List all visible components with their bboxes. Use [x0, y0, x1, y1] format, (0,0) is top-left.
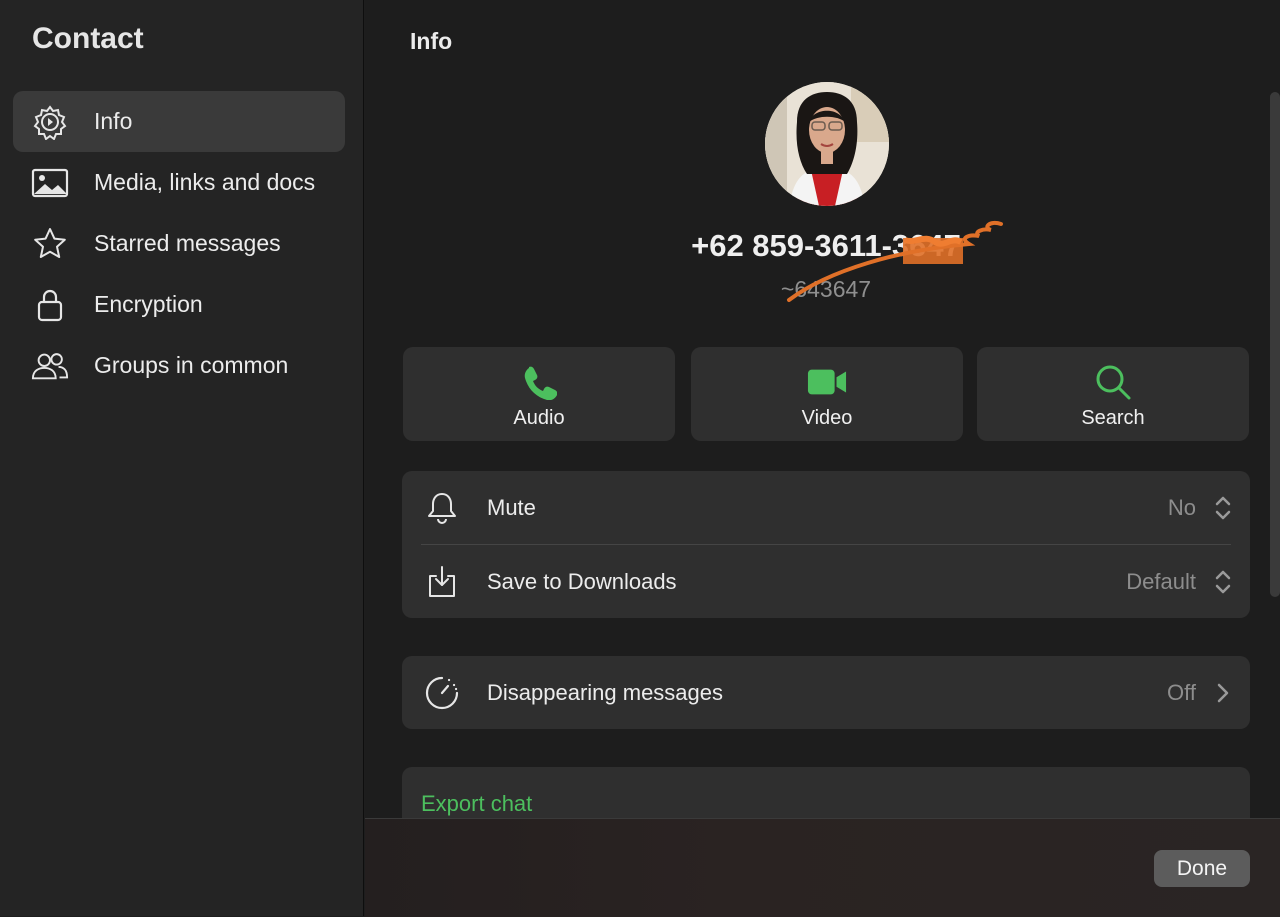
video-call-button[interactable]: Video	[691, 347, 963, 441]
sidebar-item-encryption[interactable]: Encryption	[13, 274, 345, 335]
row-value: Default	[1126, 568, 1196, 594]
action-label: Audio	[513, 407, 565, 429]
sidebar-item-label: Media, links and docs	[94, 169, 316, 195]
lock-icon	[31, 286, 69, 324]
people-icon	[31, 347, 69, 385]
row-label: Mute	[487, 494, 536, 520]
action-label: Search	[1081, 407, 1145, 429]
page-title: Info	[410, 28, 453, 54]
row-value: No	[1167, 494, 1196, 520]
footer-bar: Done	[365, 818, 1280, 917]
avatar[interactable]	[765, 82, 889, 206]
export-chat-button[interactable]: Export chat	[421, 791, 532, 817]
updown-chevron-icon	[1212, 493, 1234, 523]
updown-chevron-icon	[1212, 567, 1234, 597]
sidebar: Contact Info Media, links and docs Starr…	[0, 0, 364, 916]
video-camera-icon	[807, 362, 847, 402]
phone-icon	[519, 362, 559, 402]
row-value: Off	[1167, 679, 1196, 705]
sidebar-title: Contact	[32, 22, 144, 55]
done-button[interactable]: Done	[1154, 850, 1250, 887]
chevron-right-icon	[1212, 678, 1234, 708]
save-downloads-row[interactable]: Save to Downloads Default	[402, 545, 1250, 618]
timer-icon	[424, 675, 460, 711]
download-icon	[424, 564, 460, 600]
audio-call-button[interactable]: Audio	[403, 347, 675, 441]
scrollbar[interactable]	[1270, 92, 1280, 597]
star-icon	[31, 225, 69, 263]
info-gear-icon	[31, 103, 69, 141]
sidebar-item-media[interactable]: Media, links and docs	[13, 152, 345, 213]
sidebar-item-label: Info	[94, 108, 133, 134]
info-panel: Info +62 859-3611-3647 ~643647 Audio Vid…	[365, 0, 1280, 917]
notification-settings-card: Mute No Save to Downloads Default	[402, 471, 1250, 618]
sidebar-item-label: Groups in common	[94, 352, 289, 378]
sidebar-item-groups[interactable]: Groups in common	[13, 335, 345, 396]
contact-subname: ~643647	[780, 276, 872, 302]
sidebar-item-label: Encryption	[94, 291, 203, 317]
action-label: Video	[801, 407, 853, 429]
disappearing-messages-row[interactable]: Disappearing messages Off	[402, 656, 1250, 729]
contact-phone: +62 859-3611-3647	[691, 228, 961, 263]
sidebar-item-label: Starred messages	[94, 230, 281, 256]
disappearing-card: Disappearing messages Off	[402, 656, 1250, 729]
row-label: Save to Downloads	[487, 568, 677, 594]
bell-icon	[424, 490, 460, 526]
search-button[interactable]: Search	[977, 347, 1249, 441]
row-label: Disappearing messages	[487, 679, 724, 705]
image-icon	[31, 164, 69, 202]
search-icon	[1093, 362, 1133, 402]
sidebar-nav: Info Media, links and docs Starred messa…	[13, 91, 345, 396]
mute-row[interactable]: Mute No	[402, 471, 1250, 544]
sidebar-item-info[interactable]: Info	[13, 91, 345, 152]
sidebar-item-starred[interactable]: Starred messages	[13, 213, 345, 274]
